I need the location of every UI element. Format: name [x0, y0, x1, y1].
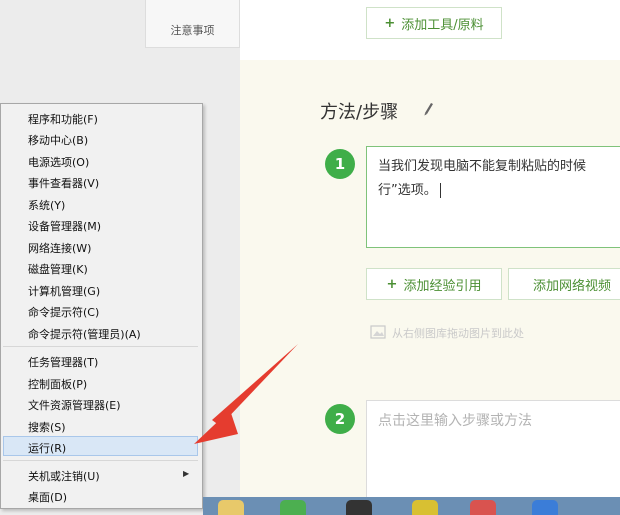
- menu-item-computer-management[interactable]: 计算机管理(G): [28, 283, 100, 299]
- menu-item-network-connections[interactable]: 网络连接(W): [28, 240, 91, 256]
- menu-item-power-options[interactable]: 电源选项(O): [28, 154, 89, 170]
- step2-placeholder: 点击这里输入步骤或方法: [378, 413, 532, 429]
- pencil-icon[interactable]: [422, 100, 434, 116]
- app-icon[interactable]: [532, 500, 558, 515]
- plus-icon: +: [384, 15, 396, 31]
- add-tool-button[interactable]: + 添加工具/原料: [366, 7, 502, 39]
- menu-item-shutdown[interactable]: 关机或注销(U): [28, 468, 100, 484]
- step1-line2: 行”选项。: [378, 183, 437, 198]
- add-video-label: 添加网络视频: [533, 278, 612, 294]
- annotation-arrow-icon: [194, 344, 298, 444]
- app-icon[interactable]: [280, 500, 306, 515]
- menu-item-system[interactable]: 系统(Y): [28, 197, 65, 213]
- image-icon: [370, 325, 386, 339]
- menu-separator: [3, 460, 198, 461]
- menu-item-desktop[interactable]: 桌面(D): [28, 489, 67, 505]
- plus-icon: +: [386, 276, 398, 292]
- menu-item-event-viewer[interactable]: 事件查看器(V): [28, 175, 99, 191]
- text-caret: [439, 183, 441, 198]
- menu-item-control-panel[interactable]: 控制面板(P): [28, 376, 87, 392]
- menu-separator: [3, 346, 198, 347]
- menu-item-device-manager[interactable]: 设备管理器(M): [28, 218, 101, 234]
- step1-content: 当我们发现电脑不能复制粘贴的时候 行”选项。: [378, 155, 618, 203]
- section-title: 方法/步骤: [320, 102, 399, 123]
- menu-item-command-prompt[interactable]: 命令提示符(C): [28, 304, 99, 320]
- menu-item-mobility-center[interactable]: 移动中心(B): [28, 132, 88, 148]
- image-drop-hint: 从右侧图库拖动图片到此处: [392, 327, 524, 340]
- add-reference-label: 添加经验引用: [403, 278, 482, 294]
- step-number-badge: 2: [325, 404, 355, 434]
- step-number-badge: 1: [325, 149, 355, 179]
- add-reference-button[interactable]: + 添加经验引用: [366, 268, 502, 300]
- submenu-arrow-icon: ▶: [183, 469, 190, 478]
- add-video-button[interactable]: 添加网络视频: [508, 268, 620, 300]
- qq-icon[interactable]: [346, 500, 372, 515]
- menu-item-programs-features[interactable]: 程序和功能(F): [28, 111, 98, 127]
- menu-item-task-manager[interactable]: 任务管理器(T): [28, 354, 98, 370]
- app-icon[interactable]: [412, 500, 438, 515]
- menu-item-disk-management[interactable]: 磁盘管理(K): [28, 261, 88, 277]
- browser-icon[interactable]: [470, 500, 496, 515]
- step1-line2-wrap: 行”选项。: [378, 179, 618, 203]
- add-tool-label: 添加工具/原料: [401, 17, 484, 33]
- folder-icon[interactable]: [218, 500, 244, 515]
- menu-item-run[interactable]: 运行(R): [28, 440, 66, 456]
- menu-item-file-explorer[interactable]: 文件资源管理器(E): [28, 397, 121, 413]
- nav-tab-label: 注意事项: [170, 24, 215, 37]
- step1-line1: 当我们发现电脑不能复制粘贴的时候: [378, 159, 587, 174]
- menu-item-command-prompt-admin[interactable]: 命令提示符(管理员)(A): [28, 326, 141, 342]
- menu-item-search[interactable]: 搜索(S): [28, 419, 66, 435]
